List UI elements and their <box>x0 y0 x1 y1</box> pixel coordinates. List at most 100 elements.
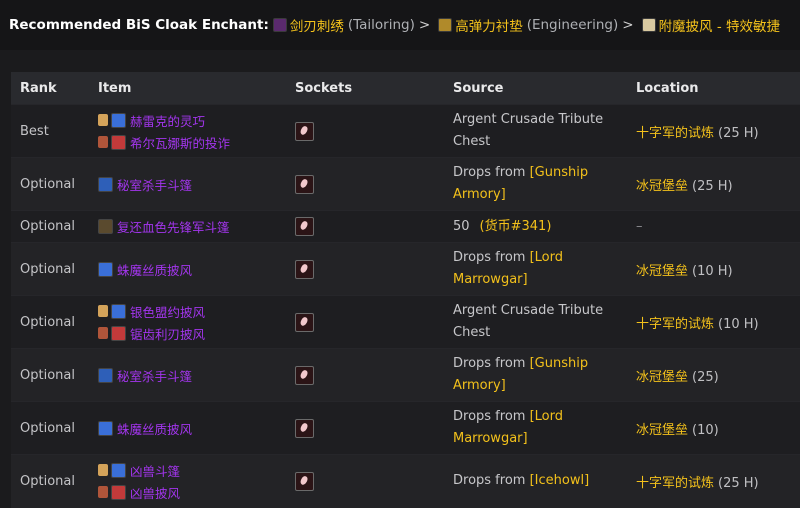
item-entry[interactable]: 希尔瓦娜斯的投诈 <box>98 131 286 153</box>
item-entry[interactable]: 锯齿利刃披风 <box>98 322 286 344</box>
location-difficulty: (10 H) <box>718 316 759 332</box>
rank-cell: Best <box>20 123 49 139</box>
table-header-row: Rank Item Sockets Source Location <box>11 72 800 105</box>
prismatic-socket-icon[interactable] <box>295 312 314 332</box>
armor-slot-icon <box>98 327 108 339</box>
rank-cell: Optional <box>20 314 75 330</box>
source-cell: Drops from [Gunship Armory] <box>444 158 627 211</box>
column-header-item[interactable]: Item <box>89 72 286 105</box>
sockets-cell <box>286 296 444 349</box>
item-link[interactable]: 凶兽披风 <box>130 483 180 502</box>
item-entry[interactable]: 秘室杀手斗篷 <box>98 364 286 386</box>
column-header-rank[interactable]: Rank <box>11 72 89 105</box>
item-link[interactable]: 银色盟约披风 <box>130 302 205 321</box>
table-row: Optional 银色盟约披风 锯齿利刃披风 Argent Crusade Tribu… <box>11 295 800 349</box>
location-cell: 十字军的试炼 (25 H) <box>627 455 800 508</box>
location-difficulty: (25 H) <box>692 178 733 194</box>
item-link[interactable]: 蛛魔丝质披风 <box>117 260 192 279</box>
item-link[interactable]: 蛛魔丝质披风 <box>117 419 192 438</box>
source-text: Argent Crusade Tribute Chest <box>453 303 604 340</box>
item-entry[interactable]: 蛛魔丝质披风 <box>98 258 286 280</box>
cloak-item-icon[interactable] <box>98 176 113 192</box>
item-entry[interactable]: 银色盟约披风 <box>98 300 286 322</box>
item-link[interactable]: 凶兽斗篷 <box>130 461 180 480</box>
prismatic-socket-icon[interactable] <box>295 418 314 438</box>
source-text: Argent Crusade Tribute Chest <box>453 112 604 149</box>
location-link[interactable]: 冰冠堡垒 <box>636 370 688 385</box>
breadcrumb-separator: > <box>622 17 634 33</box>
cloak-item-icon[interactable] <box>98 420 113 436</box>
item-cell: 蛛魔丝质披风 <box>89 243 286 296</box>
item-entry[interactable]: 复还血色先锋军斗篷 <box>98 216 286 238</box>
armor-slot-icon <box>98 464 108 477</box>
prismatic-socket-icon[interactable] <box>295 365 314 385</box>
item-entry[interactable]: 蛛魔丝质披风 <box>98 417 286 439</box>
item-link[interactable]: 希尔瓦娜斯的投诈 <box>130 133 230 152</box>
item-link[interactable]: 赫雷克的灵巧 <box>130 111 205 130</box>
rank-cell: Optional <box>20 473 75 489</box>
item-link[interactable]: 锯齿利刃披风 <box>130 324 205 343</box>
item-cell: 凶兽斗篷 凶兽披风 <box>89 455 286 508</box>
location-link[interactable]: 十字军的试炼 <box>636 317 714 332</box>
source-text: Drops from <box>453 165 530 180</box>
armor-slot-icon <box>98 136 108 148</box>
source-text: Drops from <box>453 250 530 265</box>
cloak-item-icon[interactable] <box>111 325 126 341</box>
page-header: Recommended BiS Cloak Enchant: 剑刃刺绣 (Tai… <box>0 0 800 50</box>
rank-cell: Optional <box>20 176 75 192</box>
source-text: Drops from <box>453 473 530 489</box>
column-header-sockets[interactable]: Sockets <box>286 72 444 105</box>
enchant-link-tailoring[interactable]: 剑刃刺绣 <box>290 15 344 35</box>
location-cell: – <box>627 211 800 243</box>
cloak-item-icon[interactable] <box>111 112 126 128</box>
currency-link[interactable]: (货币#341) <box>480 219 552 234</box>
location-cell: 冰冠堡垒 (25 H) <box>627 158 800 211</box>
source-cell: Drops from [Lord Marrowgar] <box>444 243 627 296</box>
source-cell: 50 (货币#341) <box>444 211 627 243</box>
location-link[interactable]: 冰冠堡垒 <box>636 179 688 194</box>
cloak-item-icon[interactable] <box>111 303 126 319</box>
item-entry[interactable]: 秘室杀手斗篷 <box>98 173 286 195</box>
profession-engineering: (Engineering) <box>526 17 619 33</box>
location-difficulty: (25 H) <box>718 475 759 491</box>
item-entry[interactable]: 赫雷克的灵巧 <box>98 109 286 131</box>
enchant-link-cloak[interactable]: 附魔披风 - 特效敏捷 <box>659 15 780 35</box>
cloak-item-icon[interactable] <box>98 367 113 383</box>
location-difficulty: (25 H) <box>718 125 759 141</box>
prismatic-socket-icon[interactable] <box>295 471 314 491</box>
item-link[interactable]: 秘室杀手斗篷 <box>117 175 192 194</box>
prismatic-socket-icon[interactable] <box>295 217 314 236</box>
location-link[interactable]: 十字军的试炼 <box>636 126 714 141</box>
location-cell: 冰冠堡垒 (10) <box>627 402 800 455</box>
item-link[interactable]: 秘室杀手斗篷 <box>117 366 192 385</box>
location-link[interactable]: 冰冠堡垒 <box>636 423 688 438</box>
item-entry[interactable]: 凶兽斗篷 <box>98 459 286 481</box>
location-link[interactable]: 冰冠堡垒 <box>636 264 688 279</box>
cloak-item-icon[interactable] <box>111 484 126 500</box>
header-label: Recommended BiS Cloak Enchant: <box>9 17 269 33</box>
item-cell: 秘室杀手斗篷 <box>89 158 286 211</box>
source-text: 50 <box>453 218 470 234</box>
enchant-link-engineering[interactable]: 高弹力衬垫 <box>455 15 523 35</box>
location-cell: 十字军的试炼 (10 H) <box>627 296 800 349</box>
item-link[interactable]: 复还血色先锋军斗篷 <box>117 217 230 236</box>
cloak-item-icon[interactable] <box>98 219 113 234</box>
table-row: Optional 秘室杀手斗篷 Drops from [Gunship Armory… <box>11 348 800 402</box>
table-row: Optional 凶兽斗篷凶兽披风 Drops from [Icehowl] 十字军的… <box>11 454 800 508</box>
source-cell: Drops from [Gunship Armory] <box>444 349 627 402</box>
prismatic-socket-icon[interactable] <box>295 259 314 279</box>
prismatic-socket-icon[interactable] <box>295 174 314 194</box>
column-header-source[interactable]: Source <box>444 72 627 105</box>
cloak-item-icon[interactable] <box>111 462 126 478</box>
column-header-location[interactable]: Location <box>627 72 800 105</box>
location-link[interactable]: 十字军的试炼 <box>636 476 714 491</box>
source-boss-link[interactable]: [Icehowl] <box>530 473 590 488</box>
location-cell: 十字军的试炼 (25 H) <box>627 105 800 158</box>
cloak-item-icon[interactable] <box>111 134 126 150</box>
prismatic-socket-icon[interactable] <box>295 121 314 141</box>
bis-table-wrapper: Rank Item Sockets Source Location Best 赫雷… <box>11 72 800 508</box>
location-cell: 冰冠堡垒 (25) <box>627 349 800 402</box>
item-entry[interactable]: 凶兽披风 <box>98 481 286 503</box>
cloak-item-icon[interactable] <box>98 261 113 277</box>
table-row: Optional 蛛魔丝质披风 Drops from [Lord Marrowgar… <box>11 242 800 296</box>
